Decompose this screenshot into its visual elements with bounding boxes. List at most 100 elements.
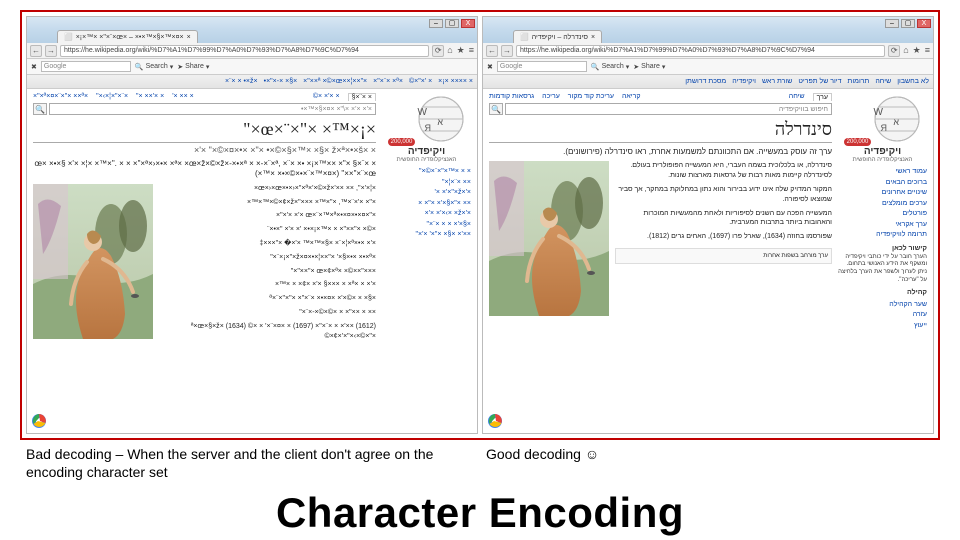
article-tab-row: × ×¨×§ × ×'× ×© × ×× ×' × ×'×× ×" ×¨×"×¦… <box>33 93 376 101</box>
wiki-logo[interactable]: 200,000 ויקיפדיה האנציקלופדיה החופשית <box>838 95 927 163</box>
search-icon[interactable]: 🔍 <box>33 103 47 115</box>
sidebar-item[interactable]: ערכים מומלצים <box>838 199 927 210</box>
tab-talk[interactable]: × ×'× ×© <box>313 93 340 101</box>
address-input[interactable]: https://he.wikipedia.org/wiki/%D7%A1%D7%… <box>516 45 885 57</box>
tab-history[interactable]: ×ª×¤×¨×"× ××ª×"× <box>33 93 88 101</box>
forward-button[interactable]: → <box>45 45 57 57</box>
sidebar-nav: עמוד ראשי ברוכים הבאים שינויים אחרונים ע… <box>838 167 927 241</box>
wiki-search-input[interactable]: חיפוש בוויקיפדיה <box>505 103 832 115</box>
tab-editsrc[interactable]: × ×'×× ×" <box>136 93 164 101</box>
browser-good: – ▢ X ⬜ סינדרלה – ויקיפדיה × ← → https:/… <box>482 16 934 434</box>
minimize-button[interactable]: – <box>429 19 443 28</box>
wiki-personal-bar: לא בחשבון שיחה תרומות דיור של תפריט שורת… <box>483 75 933 89</box>
google-search-input[interactable]: Google <box>41 61 131 72</box>
article-main: × ×¨×§ × ×'× ×© × ×× ×' × ×'×× ×" ×¨×"×¦… <box>27 89 382 433</box>
sidebar-item[interactable]: עמוד ראשי <box>838 167 927 178</box>
menu-icon[interactable]: ≡ <box>925 45 930 56</box>
tab-edit[interactable]: ×¨×"×¦×›×" <box>96 93 128 101</box>
browser-tabstrip: ⬜ סינדרלה – ויקיפדיה × <box>483 29 933 43</box>
tab-close-icon[interactable]: × <box>591 34 595 41</box>
sidebar-item[interactable]: שער הקהילה <box>838 300 927 311</box>
tab-read[interactable]: קריאה <box>622 93 641 101</box>
tab-talk[interactable]: שיחה <box>789 93 805 101</box>
personal-link[interactable]: × ×××× ×¡× <box>438 78 473 85</box>
goog-close-icon[interactable]: ✖ <box>31 63 37 71</box>
bookmark-icon[interactable]: ★ <box>457 45 465 56</box>
personal-link[interactable]: ×"××¦××ª ×©×œ××"× <box>303 78 367 85</box>
tab-article[interactable]: × ×¨×§ <box>348 93 376 101</box>
sidebar-item[interactable]: ייעוץ <box>838 321 927 332</box>
browser-logo-icon <box>31 413 47 429</box>
page-content: 200,000 ויקיפדיה האנציקלופדיה החופשית × … <box>27 89 477 433</box>
tab-read[interactable]: × ×× ×' <box>172 93 194 101</box>
sidebar-description: הערך חובר על ידי כותבי ויקיפדיה ומשקף את… <box>838 254 927 285</box>
tab-close-icon[interactable]: × <box>187 34 191 41</box>
personal-link[interactable]: דיור של תפריט <box>798 78 841 85</box>
close-button[interactable]: X <box>917 19 931 28</box>
personal-link[interactable]: שיחה <box>875 78 891 85</box>
personal-link[interactable]: תרומות <box>848 78 870 85</box>
tab-editsrc[interactable]: עריכת קוד מקור <box>568 93 614 101</box>
personal-link[interactable]: ×ž×• × ×¨× <box>225 78 258 85</box>
sidebar-item[interactable]: ×§×'× × × ×¨×" <box>382 220 471 231</box>
home-icon[interactable]: ⌂ <box>903 45 908 56</box>
toolbar-search-btn[interactable]: 🔍 Search ▾ <box>135 63 173 71</box>
sidebar-item[interactable]: ×'×ž× ×›×'× ×'× <box>382 209 471 220</box>
tab-edit[interactable]: עריכה <box>542 93 560 101</box>
home-icon[interactable]: ⌂ <box>447 45 452 56</box>
sidebar-item[interactable]: × × ×™×"×¨×©×" <box>382 167 471 178</box>
toolbar-share-btn[interactable]: ➤ Share ▾ <box>177 63 209 71</box>
sidebar-item[interactable]: פורטלים <box>838 209 927 220</box>
google-toolbar: ✖ Google 🔍 Search ▾ ➤ Share ▾ <box>27 59 477 75</box>
toolbar-share-btn[interactable]: ➤ Share ▾ <box>633 63 665 71</box>
tab-history[interactable]: גרסאות קודמות <box>489 93 534 101</box>
sidebar-item[interactable]: ברוכים הבאים <box>838 178 927 189</box>
search-icon[interactable]: 🔍 <box>489 103 503 115</box>
sidebar-item[interactable]: שינויים אחרונים <box>838 188 927 199</box>
sidebar-nav: × × ×™×"×¨×©×" ×× ×¨×¦×" ×'×ž×"×'× ×' ××… <box>382 167 471 241</box>
forward-button[interactable]: → <box>501 45 513 57</box>
menu-icon[interactable]: ≡ <box>469 45 474 56</box>
google-search-input[interactable]: Google <box>497 61 587 72</box>
sidebar-item[interactable]: ×'×ž×"×'× ×' <box>382 188 471 199</box>
personal-link[interactable]: ×ª× ×¨×"× <box>373 78 403 85</box>
personal-link[interactable]: שורת ראש <box>762 78 792 85</box>
sidebar-item[interactable]: ערך אקראי <box>838 220 927 231</box>
sidebar-item[interactable]: עזרה <box>838 310 927 321</box>
sidebar-item[interactable]: ×× ×"×§×'× ×"× × <box>382 199 471 210</box>
window-titlebar: – ▢ X <box>27 17 477 29</box>
address-input[interactable]: https://he.wikipedia.org/wiki/%D7%A1%D7%… <box>60 45 429 57</box>
browser-tab[interactable]: ⬜ סינדרלה – ויקיפדיה × <box>513 30 602 43</box>
reload-button[interactable]: ⟳ <box>888 45 900 57</box>
goog-close-icon[interactable]: ✖ <box>487 63 493 71</box>
personal-link[interactable]: × '×"×© <box>409 78 432 85</box>
back-button[interactable]: ← <box>486 45 498 57</box>
browser-bad: – ▢ X ⬜ ×¡×™× ×"×¨×œ× – ×•×™×§×™×¤× × ← … <box>26 16 478 434</box>
comparison-frame: – ▢ X ⬜ ×¡×™× ×"×¨×œ× – ×•×™×§×™×¤× × ← … <box>20 10 940 440</box>
bookmark-icon[interactable]: ★ <box>913 45 921 56</box>
window-titlebar: – ▢ X <box>483 17 933 29</box>
personal-link[interactable]: ×§× ×-×"×• <box>264 78 298 85</box>
article-count-badge: 200,000 <box>388 138 416 146</box>
reload-button[interactable]: ⟳ <box>432 45 444 57</box>
article-tab-row: ערך שיחה קריאה עריכת קוד מקור עריכה גרסא… <box>489 93 832 101</box>
back-button[interactable]: ← <box>30 45 42 57</box>
sidebar-item[interactable]: תרומה לוויקיפדיה <box>838 230 927 241</box>
maximize-button[interactable]: ▢ <box>901 19 915 28</box>
minimize-button[interactable]: – <box>885 19 899 28</box>
page-title: ×¡×™× ×"×¨×œ×" <box>33 119 376 143</box>
sidebar-item[interactable]: ×× ×¨×¦×" <box>382 178 471 189</box>
wiki-search: ×'× ×'× ×\"× ×¤×§×™×• 🔍 <box>33 103 376 115</box>
personal-link[interactable]: ויקיפדיה <box>732 78 756 85</box>
wiki-search-input[interactable]: ×'× ×'× ×\"× ×¤×§×™×• <box>49 103 376 115</box>
personal-link[interactable]: לא בחשבון <box>897 78 929 85</box>
browser-tab[interactable]: ⬜ ×¡×™× ×"×¨×œ× – ×•×™×§×™×¤× × <box>57 30 198 43</box>
wiki-logo[interactable]: 200,000 ויקיפדיה האנציקלופדיה החופשית <box>382 95 471 163</box>
tab-article[interactable]: ערך <box>813 93 832 101</box>
close-button[interactable]: X <box>461 19 475 28</box>
personal-link[interactable]: מסכת דרושתן <box>685 78 726 85</box>
address-bar-row: ← → https://he.wikipedia.org/wiki/%D7%A1… <box>483 43 933 59</box>
toolbar-search-btn[interactable]: 🔍 Search ▾ <box>591 63 629 71</box>
sidebar-item[interactable]: ××'× ×§× ×"×' ×'×" <box>382 230 471 241</box>
maximize-button[interactable]: ▢ <box>445 19 459 28</box>
